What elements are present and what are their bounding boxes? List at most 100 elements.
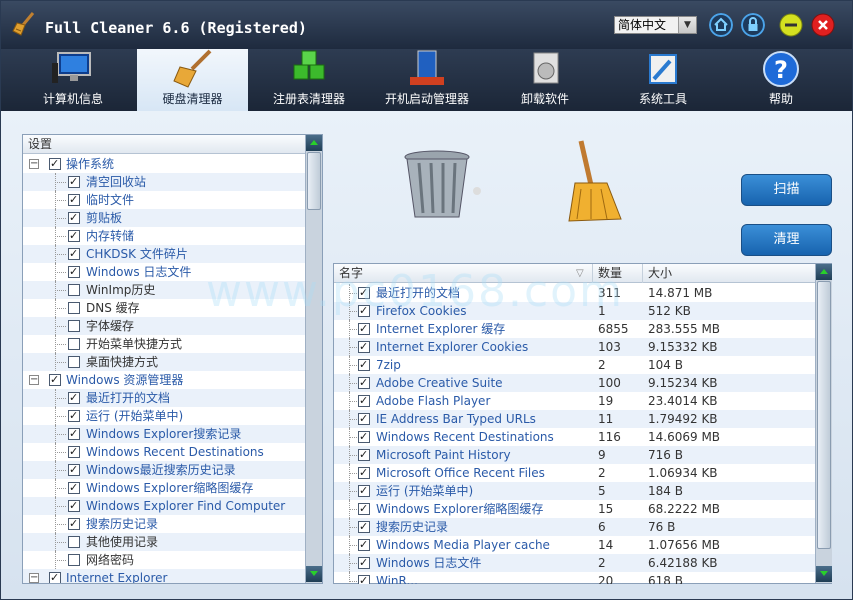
result-row[interactable]: Windows 日志文件 2 6.42188 KB	[334, 554, 815, 572]
settings-item[interactable]: Windows Explorer Find Computer	[23, 497, 305, 515]
result-row[interactable]: Windows Recent Destinations 116 14.6069 MB	[334, 428, 815, 446]
settings-item[interactable]: Windows最近搜索历史记录	[23, 461, 305, 479]
settings-item[interactable]: 内存转储	[23, 227, 305, 245]
settings-item[interactable]: 字体缓存	[23, 317, 305, 335]
checkbox[interactable]	[49, 569, 61, 583]
result-row[interactable]: IE Address Bar Typed URLs 11 1.79492 KB	[334, 410, 815, 428]
checkbox[interactable]	[68, 443, 80, 461]
checkbox[interactable]	[68, 173, 80, 191]
settings-item[interactable]: Windows Recent Destinations	[23, 443, 305, 461]
result-row[interactable]: Internet Explorer 缓存 6855 283.555 MB	[334, 320, 815, 338]
column-name[interactable]: 名字	[339, 264, 363, 283]
scroll-up-button[interactable]	[306, 135, 322, 151]
column-count[interactable]: 数量	[598, 264, 622, 283]
tab-system-tools[interactable]: 系统工具	[613, 49, 713, 111]
checkbox[interactable]	[49, 155, 61, 173]
scroll-up-button[interactable]	[816, 264, 832, 280]
tab-disk-cleaner[interactable]: 硬盘清理器	[137, 49, 248, 111]
checkbox[interactable]	[68, 461, 80, 479]
settings-item[interactable]: 其他使用记录	[23, 533, 305, 551]
checkbox[interactable]	[68, 227, 80, 245]
result-row[interactable]: Windows Explorer缩略图缓存 15 68.2222 MB	[334, 500, 815, 518]
checkbox[interactable]	[358, 536, 370, 554]
checkbox[interactable]	[68, 479, 80, 497]
settings-item[interactable]: 最近打开的文档	[23, 389, 305, 407]
tab-computer-info[interactable]: 计算机信息	[23, 49, 123, 111]
sort-icon[interactable]: ▽	[576, 264, 584, 283]
settings-item[interactable]: CHKDSK 文件碎片	[23, 245, 305, 263]
result-row[interactable]: 搜索历史记录 6 76 B	[334, 518, 815, 536]
result-row[interactable]: Internet Explorer Cookies 103 9.15332 KB	[334, 338, 815, 356]
checkbox[interactable]	[358, 284, 370, 302]
result-row[interactable]: WinR... 20 618 B	[334, 572, 815, 584]
settings-item[interactable]: 清空回收站	[23, 173, 305, 191]
checkbox[interactable]	[68, 536, 80, 548]
clean-button[interactable]: 清理	[741, 224, 832, 256]
collapse-icon[interactable]: −	[29, 375, 39, 385]
result-row[interactable]: Windows Media Player cache 14 1.07656 MB	[334, 536, 815, 554]
checkbox[interactable]	[358, 302, 370, 320]
checkbox[interactable]	[358, 554, 370, 572]
checkbox[interactable]	[358, 374, 370, 392]
close-icon[interactable]	[811, 13, 835, 37]
language-select[interactable]: 简体中文 ▼	[614, 16, 697, 34]
chevron-down-icon[interactable]: ▼	[678, 17, 696, 33]
checkbox[interactable]	[68, 389, 80, 407]
checkbox[interactable]	[358, 482, 370, 500]
result-row[interactable]: 7zip 2 104 B	[334, 356, 815, 374]
checkbox[interactable]	[358, 356, 370, 374]
checkbox[interactable]	[68, 302, 80, 314]
title-bar[interactable]: Full Cleaner 6.6 (Registered) 简体中文 ▼	[1, 1, 852, 49]
result-row[interactable]: Microsoft Paint History 9 716 B	[334, 446, 815, 464]
checkbox[interactable]	[68, 245, 80, 263]
scan-button[interactable]: 扫描	[741, 174, 832, 206]
checkbox[interactable]	[358, 320, 370, 338]
checkbox[interactable]	[358, 500, 370, 518]
checkbox[interactable]	[358, 338, 370, 356]
settings-item[interactable]: 桌面快捷方式	[23, 353, 305, 371]
tab-help[interactable]: ? 帮助	[731, 49, 831, 111]
result-row[interactable]: Adobe Flash Player 19 23.4014 KB	[334, 392, 815, 410]
result-row[interactable]: 最近打开的文档 311 14.871 MB	[334, 284, 815, 302]
home-icon[interactable]	[709, 13, 733, 37]
settings-group[interactable]: − Windows 资源管理器	[23, 371, 305, 389]
scroll-down-button[interactable]	[306, 566, 322, 582]
checkbox[interactable]	[358, 446, 370, 464]
checkbox[interactable]	[68, 497, 80, 515]
tab-registry-cleaner[interactable]: 注册表清理器	[259, 49, 359, 111]
tab-startup-manager[interactable]: 开机启动管理器	[377, 49, 477, 111]
settings-item[interactable]: 剪贴板	[23, 209, 305, 227]
checkbox[interactable]	[49, 371, 61, 389]
checkbox[interactable]	[68, 191, 80, 209]
settings-scrollbar[interactable]	[305, 135, 322, 583]
settings-item[interactable]: 运行 (开始菜单中)	[23, 407, 305, 425]
settings-item[interactable]: 网络密码	[23, 551, 305, 569]
checkbox[interactable]	[68, 209, 80, 227]
checkbox[interactable]	[358, 572, 370, 584]
checkbox[interactable]	[68, 284, 80, 296]
checkbox[interactable]	[68, 263, 80, 281]
checkbox[interactable]	[358, 410, 370, 428]
settings-item[interactable]: 开始菜单快捷方式	[23, 335, 305, 353]
checkbox[interactable]	[68, 425, 80, 443]
settings-item[interactable]: Windows Explorer缩略图缓存	[23, 479, 305, 497]
result-row[interactable]: Firefox Cookies 1 512 KB	[334, 302, 815, 320]
settings-group[interactable]: − 操作系统	[23, 155, 305, 173]
scroll-thumb[interactable]	[817, 281, 831, 549]
results-scrollbar[interactable]	[815, 264, 832, 583]
settings-item[interactable]: 搜索历史记录	[23, 515, 305, 533]
tab-uninstall[interactable]: 卸载软件	[495, 49, 595, 111]
settings-item[interactable]: Windows Explorer搜索记录	[23, 425, 305, 443]
result-row[interactable]: 运行 (开始菜单中) 5 184 B	[334, 482, 815, 500]
minimize-icon[interactable]	[779, 13, 803, 37]
checkbox[interactable]	[358, 428, 370, 446]
lock-icon[interactable]	[741, 13, 765, 37]
checkbox[interactable]	[68, 515, 80, 533]
collapse-icon[interactable]: −	[29, 573, 39, 583]
checkbox[interactable]	[68, 554, 80, 566]
checkbox[interactable]	[358, 464, 370, 482]
scroll-thumb[interactable]	[307, 152, 321, 210]
checkbox[interactable]	[68, 356, 80, 368]
settings-item[interactable]: Windows 日志文件	[23, 263, 305, 281]
checkbox[interactable]	[68, 338, 80, 350]
